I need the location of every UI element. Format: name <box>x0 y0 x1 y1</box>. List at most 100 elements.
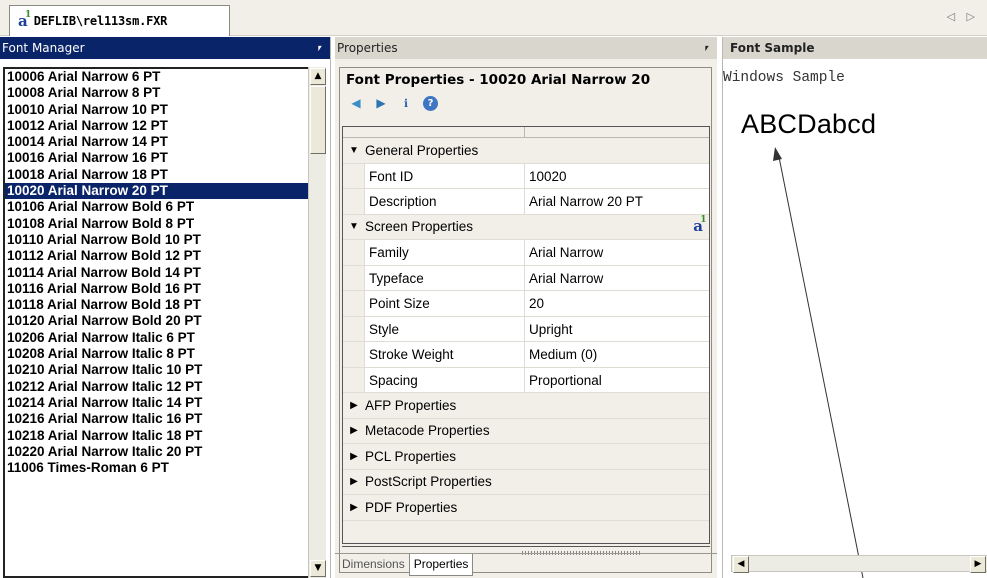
annotation-arrow <box>773 147 864 578</box>
property-row[interactable]: Typeface Arial Narrow <box>343 265 709 291</box>
previous-icon[interactable]: ◀ <box>348 95 364 111</box>
property-category[interactable]: ▶ Metacode Properties <box>343 419 709 444</box>
font-list-item[interactable]: 10106 Arial Narrow Bold 6 PT <box>5 199 311 215</box>
font-list-item[interactable]: 10020 Arial Narrow 20 PT <box>5 183 311 200</box>
property-category-label: PostScript Properties <box>365 474 492 490</box>
expand-icon[interactable]: ▶ <box>343 400 365 411</box>
property-category-label: Metacode Properties <box>365 423 490 439</box>
property-value[interactable]: Upright <box>525 317 709 342</box>
font-list-item[interactable]: 10118 Arial Narrow Bold 18 PT <box>5 297 311 313</box>
scroll-down-icon[interactable]: ▼ <box>310 560 326 577</box>
font-list-item[interactable]: 10110 Arial Narrow Bold 10 PT <box>5 232 311 248</box>
font-list-item[interactable]: 10012 Arial Narrow 12 PT <box>5 118 311 134</box>
property-value[interactable]: 20 <box>525 291 709 316</box>
font-list-item[interactable]: 10014 Arial Narrow 14 PT <box>5 134 311 150</box>
help-icon[interactable]: ? <box>423 95 438 111</box>
font-sample-pane: Font Sample Windows Sample ABCDabcd ◀ ▶ <box>722 37 987 578</box>
property-name: Style <box>365 316 525 341</box>
font-list-item[interactable]: 10108 Arial Narrow Bold 8 PT <box>5 216 311 232</box>
properties-title-bar: Properties ⎖ <box>335 37 717 59</box>
property-value[interactable]: Arial Narrow 20 PT <box>525 189 709 214</box>
property-category[interactable]: ▶ PDF Properties <box>343 495 709 521</box>
app-logo-icon: a1 <box>693 214 707 235</box>
font-list-item[interactable]: 11006 Times-Roman 6 PT <box>5 460 311 476</box>
property-row[interactable]: Font ID 10020 <box>343 163 709 189</box>
scroll-up-icon[interactable]: ▲ <box>310 68 326 85</box>
scroll-right-icon[interactable]: ▶ <box>970 556 986 573</box>
font-list-item[interactable]: 10214 Arial Narrow Italic 14 PT <box>5 395 311 411</box>
scroll-thumb[interactable] <box>310 86 326 154</box>
property-name: Family <box>365 240 525 265</box>
font-list-item[interactable]: 10008 Arial Narrow 8 PT <box>5 85 311 101</box>
property-row[interactable]: Family Arial Narrow <box>343 240 709 266</box>
property-category-label: General Properties <box>365 142 479 158</box>
font-list-item[interactable]: 10210 Arial Narrow Italic 10 PT <box>5 362 311 378</box>
bottom-tab-bar: Dimensions Properties <box>335 553 717 578</box>
tab-dimensions[interactable]: Dimensions <box>338 554 409 576</box>
collapse-icon[interactable]: ▼ <box>343 145 365 156</box>
font-list-item[interactable]: 10010 Arial Narrow 10 PT <box>5 102 311 118</box>
sample-horizontal-scrollbar[interactable]: ◀ ▶ <box>731 555 987 573</box>
property-category-label: PDF Properties <box>365 499 458 515</box>
property-grid[interactable]: ▼ General Properties Font ID 10020 Descripti… <box>342 126 710 544</box>
font-list-item[interactable]: 10216 Arial Narrow Italic 16 PT <box>5 411 311 427</box>
font-list-item[interactable]: 10212 Arial Narrow Italic 12 PT <box>5 379 311 395</box>
font-list-item[interactable]: 10006 Arial Narrow 6 PT <box>5 69 311 85</box>
font-list-item[interactable]: 10220 Arial Narrow Italic 20 PT <box>5 444 311 460</box>
property-row[interactable]: Description Arial Narrow 20 PT <box>343 189 709 215</box>
expand-icon[interactable]: ▶ <box>343 502 365 513</box>
property-value[interactable]: Proportional <box>525 368 709 393</box>
document-tab-label: DEFLIB\rel113sm.FXR <box>33 14 168 28</box>
property-name: Description <box>365 189 525 214</box>
font-list-item[interactable]: 10114 Arial Narrow Bold 14 PT <box>5 265 311 281</box>
pin-icon[interactable]: ⎖ <box>315 41 324 55</box>
expand-icon[interactable]: ▶ <box>343 476 365 487</box>
font-list-item[interactable]: 10116 Arial Narrow Bold 16 PT <box>5 281 311 297</box>
expand-icon[interactable]: ▶ <box>343 425 365 436</box>
property-category[interactable]: ▶ PostScript Properties <box>343 470 709 495</box>
expand-icon[interactable]: ▶ <box>343 451 365 462</box>
font-manager-title: Font Manager <box>2 41 85 55</box>
property-name: Point Size <box>365 291 525 316</box>
property-category[interactable]: ▼ General Properties <box>343 138 709 164</box>
next-icon[interactable]: ▶ <box>373 95 389 111</box>
info-icon[interactable]: ℹ <box>398 95 414 111</box>
font-list-item[interactable]: 10018 Arial Narrow 18 PT <box>5 167 311 183</box>
properties-toolbar: ◀ ▶ ℹ ? <box>340 92 711 114</box>
font-list[interactable]: 10006 Arial Narrow 6 PT 10008 Arial Narro… <box>3 67 326 578</box>
font-list-item[interactable]: 10218 Arial Narrow Italic 18 PT <box>5 428 311 444</box>
property-row[interactable]: Point Size 20 <box>343 291 709 317</box>
property-name: Stroke Weight <box>365 342 525 367</box>
property-value[interactable]: Arial Narrow <box>525 266 709 291</box>
document-tab[interactable]: a1 DEFLIB\rel113sm.FXR <box>9 5 230 36</box>
properties-heading: Font Properties - 10020 Arial Narrow 20 <box>346 72 651 88</box>
pin-icon[interactable]: ⎖ <box>702 41 711 55</box>
font-list-item[interactable]: 10016 Arial Narrow 16 PT <box>5 150 311 166</box>
property-row[interactable]: Stroke Weight Medium (0) <box>343 342 709 368</box>
document-tab-strip: a1 DEFLIB\rel113sm.FXR ◁ ▷ <box>0 0 987 36</box>
font-list-scrollbar[interactable]: ▲ ▼ <box>308 67 326 578</box>
property-category-label: Screen Properties <box>365 219 474 235</box>
property-name: Font ID <box>365 163 525 188</box>
tab-scroll-arrows-icon[interactable]: ◁ ▷ <box>947 10 979 23</box>
property-value[interactable]: 10020 <box>525 164 709 189</box>
property-category[interactable]: ▶ PCL Properties <box>343 444 709 470</box>
app-logo-icon: a1 <box>18 9 32 30</box>
properties-title: Properties <box>337 41 398 55</box>
property-category-label: PCL Properties <box>365 448 457 464</box>
property-category[interactable]: ▼ Screen Properties a 1 <box>343 214 709 240</box>
property-row[interactable]: Spacing Proportional <box>343 367 709 393</box>
font-list-item[interactable]: 10120 Arial Narrow Bold 20 PT <box>5 313 311 329</box>
property-category[interactable]: ▶ AFP Properties <box>343 393 709 419</box>
font-list-item[interactable]: 10112 Arial Narrow Bold 12 PT <box>5 248 311 264</box>
property-value[interactable]: Arial Narrow <box>525 240 709 265</box>
font-list-item[interactable]: 10206 Arial Narrow Italic 6 PT <box>5 330 311 346</box>
properties-panel: Font Properties - 10020 Arial Narrow 20 … <box>339 67 712 573</box>
collapse-icon[interactable]: ▼ <box>343 221 365 232</box>
scroll-left-icon[interactable]: ◀ <box>733 556 749 573</box>
property-row[interactable]: Style Upright <box>343 316 709 342</box>
property-category-label: AFP Properties <box>365 397 457 413</box>
property-value[interactable]: Medium (0) <box>525 342 709 367</box>
font-list-item[interactable]: 10208 Arial Narrow Italic 8 PT <box>5 346 311 362</box>
tab-properties[interactable]: Properties <box>408 554 474 576</box>
